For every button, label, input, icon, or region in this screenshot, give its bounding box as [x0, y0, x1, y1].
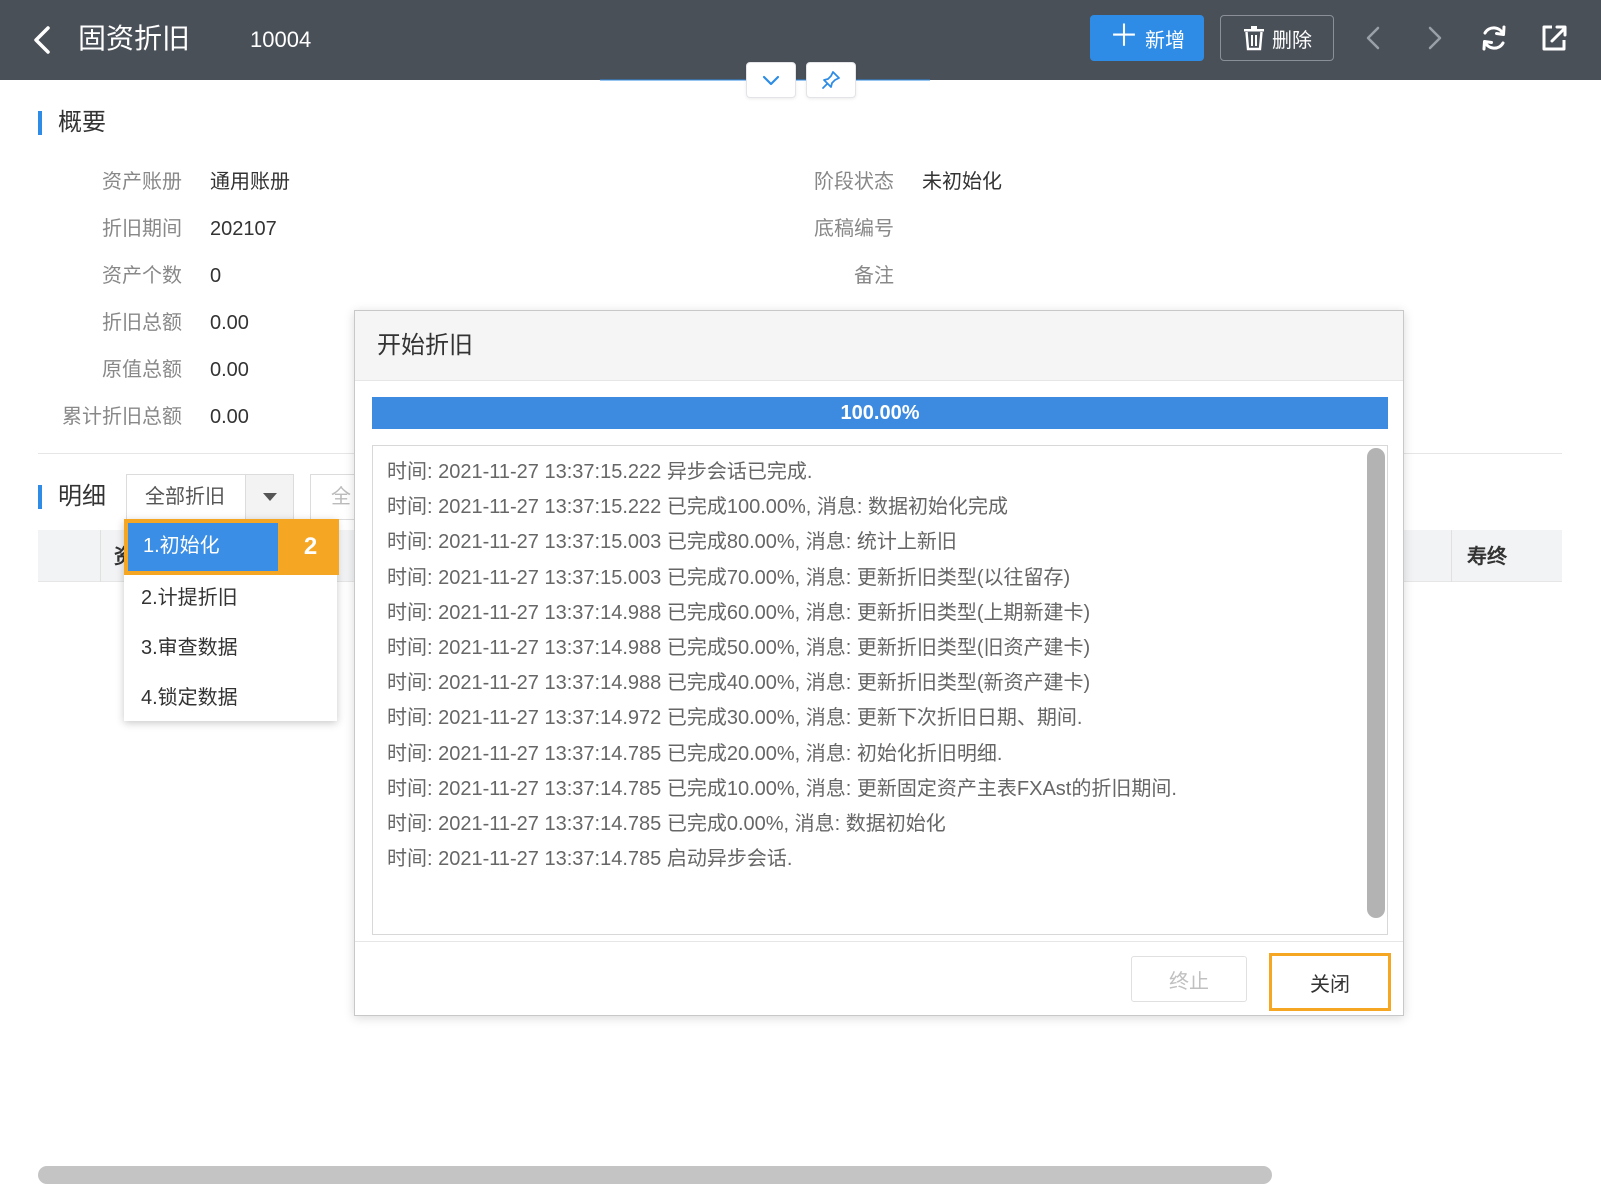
highlight-frame: [124, 519, 282, 575]
log-line: 时间: 2021-11-27 13:37:15.222 已完成100.00%, …: [387, 496, 1009, 519]
plus-icon: ＋: [1109, 19, 1139, 53]
chevron-down-icon: [762, 75, 780, 86]
accumulated-depreciation-value: 0.00: [210, 406, 249, 428]
refresh-button[interactable]: [1476, 20, 1512, 56]
table-header-end-of-life[interactable]: 寿终: [1467, 543, 1507, 571]
period-label: 折旧期间: [102, 218, 182, 240]
caret-down-icon[interactable]: [245, 475, 293, 519]
log-line: 时间: 2021-11-27 13:37:15.003 已完成70.00%, 消…: [387, 566, 1071, 589]
share-icon: [1542, 25, 1567, 51]
prev-icon: [1366, 26, 1380, 50]
overview-section-title: 概要: [38, 108, 106, 138]
stage-status-label: 阶段状态: [814, 171, 894, 193]
log-line: 时间: 2021-11-27 13:37:14.988 已完成60.00%, 消…: [387, 601, 1091, 624]
horizontal-scrollbar[interactable]: [38, 1166, 1272, 1184]
log-panel[interactable]: 时间: 2021-11-27 13:37:15.222 异步会话已完成. 时间: …: [372, 445, 1388, 935]
share-button[interactable]: [1536, 20, 1572, 56]
total-depreciation-value: 0.00: [210, 312, 249, 334]
original-total-label: 原值总额: [102, 359, 182, 381]
asset-book-value: 通用账册: [210, 171, 290, 193]
refresh-icon: [1482, 25, 1506, 51]
menu-item-review-data[interactable]: 3.审查数据: [124, 623, 337, 673]
collapse-toggle[interactable]: [746, 62, 796, 98]
dialog-title: 开始折旧: [377, 332, 473, 359]
back-button[interactable]: [28, 22, 56, 58]
remark-label: 备注: [854, 265, 894, 287]
menu-item-lock-data[interactable]: 4.锁定数据: [124, 673, 337, 723]
accumulated-depreciation-label: 累计折旧总额: [62, 406, 182, 428]
log-line: 时间: 2021-11-27 13:37:14.988 已完成50.00%, 消…: [387, 637, 1091, 659]
depreciation-dialog: 开始折旧 100.00% 时间: 2021-11-27 13:37:15.222…: [354, 310, 1404, 1016]
log-line: 时间: 2021-11-27 13:37:14.785 已完成20.00%, 消…: [387, 742, 1003, 765]
add-button-label: 新增: [1145, 29, 1185, 52]
detail-section-title: 明细: [38, 482, 106, 512]
stage-status-value: 未初始化: [922, 171, 1002, 193]
dialog-header: 开始折旧: [355, 311, 1403, 381]
step-badge: 2: [282, 519, 339, 575]
total-depreciation-label: 折旧总额: [102, 312, 182, 334]
asset-book-label: 资产账册: [102, 171, 182, 193]
top-bar: 固资折旧 10004 ＋ 新增 删除: [0, 0, 1601, 80]
log-scrollbar[interactable]: [1367, 448, 1385, 918]
pin-toggle[interactable]: [806, 62, 856, 98]
menu-item-accrue-depreciation[interactable]: 2.计提折旧: [124, 573, 337, 623]
log-line: 时间: 2021-11-27 13:37:14.972 已完成30.00%, 消…: [387, 707, 1083, 730]
progress-bar: 100.00%: [372, 397, 1388, 429]
prev-button[interactable]: [1356, 20, 1392, 56]
column-divider: [100, 530, 101, 582]
next-icon: [1428, 26, 1442, 50]
close-button[interactable]: 关闭: [1269, 953, 1391, 1011]
filter-selected-value: 全部折旧: [145, 486, 225, 508]
next-button[interactable]: [1416, 20, 1452, 56]
secondary-filter-value: 全: [331, 486, 351, 508]
draft-number-label: 底稿编号: [814, 218, 894, 240]
trash-icon: [1244, 26, 1264, 51]
column-divider: [1451, 530, 1452, 582]
depreciation-filter-select[interactable]: 全部折旧: [126, 474, 294, 520]
page-title: 固资折旧: [78, 23, 191, 54]
log-line: 时间: 2021-11-27 13:37:14.988 已完成40.00%, 消…: [387, 672, 1091, 695]
asset-count-label: 资产个数: [102, 265, 182, 287]
log-line: 时间: 2021-11-27 13:37:14.785 启动异步会话.: [387, 848, 793, 871]
back-icon: [34, 26, 50, 54]
pin-icon: [822, 71, 840, 89]
log-line: 时间: 2021-11-27 13:37:14.785 已完成10.00%, 消…: [387, 777, 1177, 800]
log-line: 时间: 2021-11-27 13:37:14.785 已完成0.00%, 消息…: [387, 813, 946, 835]
progress-text: 100.00%: [840, 402, 920, 424]
stop-button[interactable]: 终止: [1131, 956, 1247, 1002]
log-line: 时间: 2021-11-27 13:37:15.003 已完成80.00%, 消…: [387, 531, 957, 554]
add-button[interactable]: ＋ 新增: [1090, 15, 1204, 61]
asset-count-value: 0: [210, 265, 222, 287]
record-id: 10004: [250, 27, 312, 52]
original-total-value: 0.00: [210, 359, 249, 381]
period-value: 202107: [210, 218, 277, 240]
log-line: 时间: 2021-11-27 13:37:15.222 异步会话已完成.: [387, 461, 813, 483]
delete-button-label: 删除: [1272, 29, 1312, 52]
delete-button[interactable]: 删除: [1220, 15, 1334, 61]
dialog-footer-divider: [355, 941, 1403, 942]
